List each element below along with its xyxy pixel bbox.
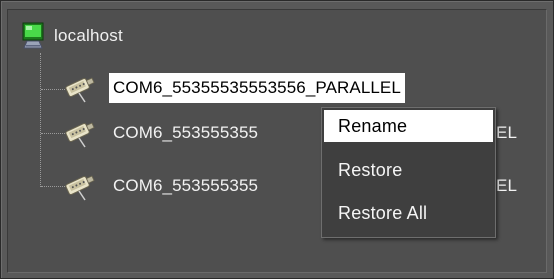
serial-port-icon xyxy=(63,73,97,103)
menu-item-rename[interactable]: Rename xyxy=(324,110,493,142)
context-menu: Rename Restore Restore All xyxy=(321,107,496,238)
tree-connector xyxy=(41,133,65,134)
tree-item-label-suffix: EL xyxy=(496,123,517,142)
tree-connector xyxy=(41,186,65,187)
tree-root-node[interactable]: localhost xyxy=(18,21,123,51)
tree-root-label: localhost xyxy=(54,26,123,45)
serial-port-icon xyxy=(63,118,97,148)
tree-item-label[interactable]: COM6_553555355 xyxy=(109,118,262,148)
computer-icon xyxy=(18,21,50,51)
tree-item-label[interactable]: COM6_55355535553556_PARALLEL xyxy=(109,73,405,103)
serial-port-icon xyxy=(63,171,97,201)
tree-item-label-suffix: EL xyxy=(496,176,517,195)
app-frame: localhost COM6_55355535553556_PARALLEL C… xyxy=(0,0,554,279)
menu-item-restore[interactable]: Restore xyxy=(324,154,493,186)
tree-connector xyxy=(41,89,65,90)
menu-item-restore-all[interactable]: Restore All xyxy=(324,197,493,229)
tree-connector xyxy=(40,53,41,187)
tree-item-label[interactable]: COM6_553555355 xyxy=(109,171,262,201)
